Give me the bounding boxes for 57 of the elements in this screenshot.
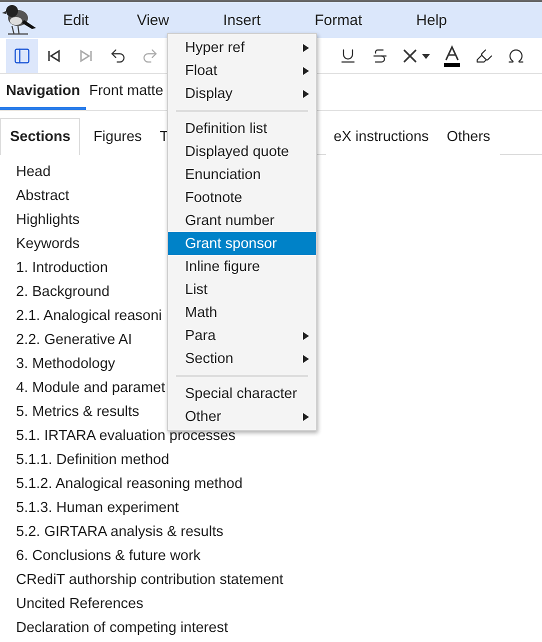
menu-item[interactable]: Footnote: [168, 186, 316, 209]
menu-item[interactable]: Grant number: [168, 209, 316, 232]
submenu-arrow-icon: [303, 332, 309, 340]
outline-entry[interactable]: Highlights: [16, 208, 80, 232]
outline-entry[interactable]: 4. Module and paramet: [16, 376, 166, 400]
menu-title[interactable]: Format: [288, 12, 390, 28]
menu-item[interactable]: Para: [168, 324, 316, 347]
panel-tab[interactable]: Front matte: [86, 74, 166, 110]
outline-entry[interactable]: 2.2. Generative AI: [16, 328, 132, 352]
skip-back-icon: [47, 48, 61, 62]
menu-item[interactable]: Section: [168, 347, 316, 370]
menu-item[interactable]: Display: [168, 82, 316, 105]
menu-title[interactable]: Edit: [42, 12, 110, 28]
outline-entry[interactable]: 2.1. Analogical reasoni: [16, 304, 162, 328]
menu-item[interactable]: Enunciation: [168, 163, 316, 186]
outline-entry[interactable]: Uncited References: [16, 592, 144, 616]
outline-entry[interactable]: Head: [16, 160, 51, 184]
menu-item[interactable]: Inline figure: [168, 255, 316, 278]
submenu-arrow-icon: [303, 44, 309, 52]
submenu-arrow-icon: [303, 90, 309, 98]
outline-entry[interactable]: 2. Background: [16, 280, 110, 304]
outline-entry[interactable]: 5. Metrics & results: [16, 400, 140, 424]
undo-icon: [109, 46, 127, 64]
outline-entry[interactable]: 5.1.3. Human experiment: [16, 496, 179, 520]
submenu-arrow-icon: [303, 412, 309, 420]
menu-item[interactable]: Hyper ref: [168, 36, 316, 59]
outline-entry[interactable]: 5.1.2. Analogical reasoning method: [16, 472, 243, 496]
outline-entry[interactable]: Abstract: [16, 184, 70, 208]
highlighter-icon: [475, 46, 493, 64]
outline-entry[interactable]: 5.1.1. Definition method: [16, 448, 170, 472]
omega-icon: [507, 46, 525, 64]
menu-item[interactable]: Math: [168, 301, 316, 324]
sub-tab[interactable]: Sections: [0, 118, 80, 155]
menu-item[interactable]: Grant sponsor: [168, 232, 316, 255]
menu-title[interactable]: Help: [389, 12, 474, 28]
skip-forward-icon: [79, 48, 93, 62]
font-color-icon: [442, 44, 462, 66]
panel-tab[interactable]: Navigation: [0, 74, 86, 110]
menu-item[interactable]: Float: [168, 59, 316, 82]
menu-title[interactable]: View: [110, 12, 196, 28]
outline-entry[interactable]: 1. Introduction: [16, 256, 108, 280]
sidebar-icon: [13, 46, 31, 64]
redo-icon: [141, 46, 159, 64]
underline-icon: [339, 46, 357, 64]
outline-entry[interactable]: 5.2. GIRTARA analysis & results: [16, 520, 224, 544]
menu-title[interactable]: Insert: [196, 12, 288, 28]
submenu-arrow-icon: [303, 354, 309, 362]
menu-item[interactable]: List: [168, 278, 316, 301]
outline-entry[interactable]: 3. Methodology: [16, 352, 116, 376]
outline-entry[interactable]: 6. Conclusions & future work: [16, 544, 201, 568]
outline-entry[interactable]: Keywords: [16, 232, 80, 256]
outline-entry[interactable]: CRediT authorship contribution statement: [16, 568, 284, 592]
submenu-arrow-icon: [303, 66, 309, 74]
outline-entry[interactable]: Declaration of competing interest: [16, 616, 228, 640]
x-dropdown-icon: [401, 46, 431, 64]
menu-item[interactable]: Special character: [168, 382, 316, 405]
strikethrough-icon: [371, 46, 389, 64]
